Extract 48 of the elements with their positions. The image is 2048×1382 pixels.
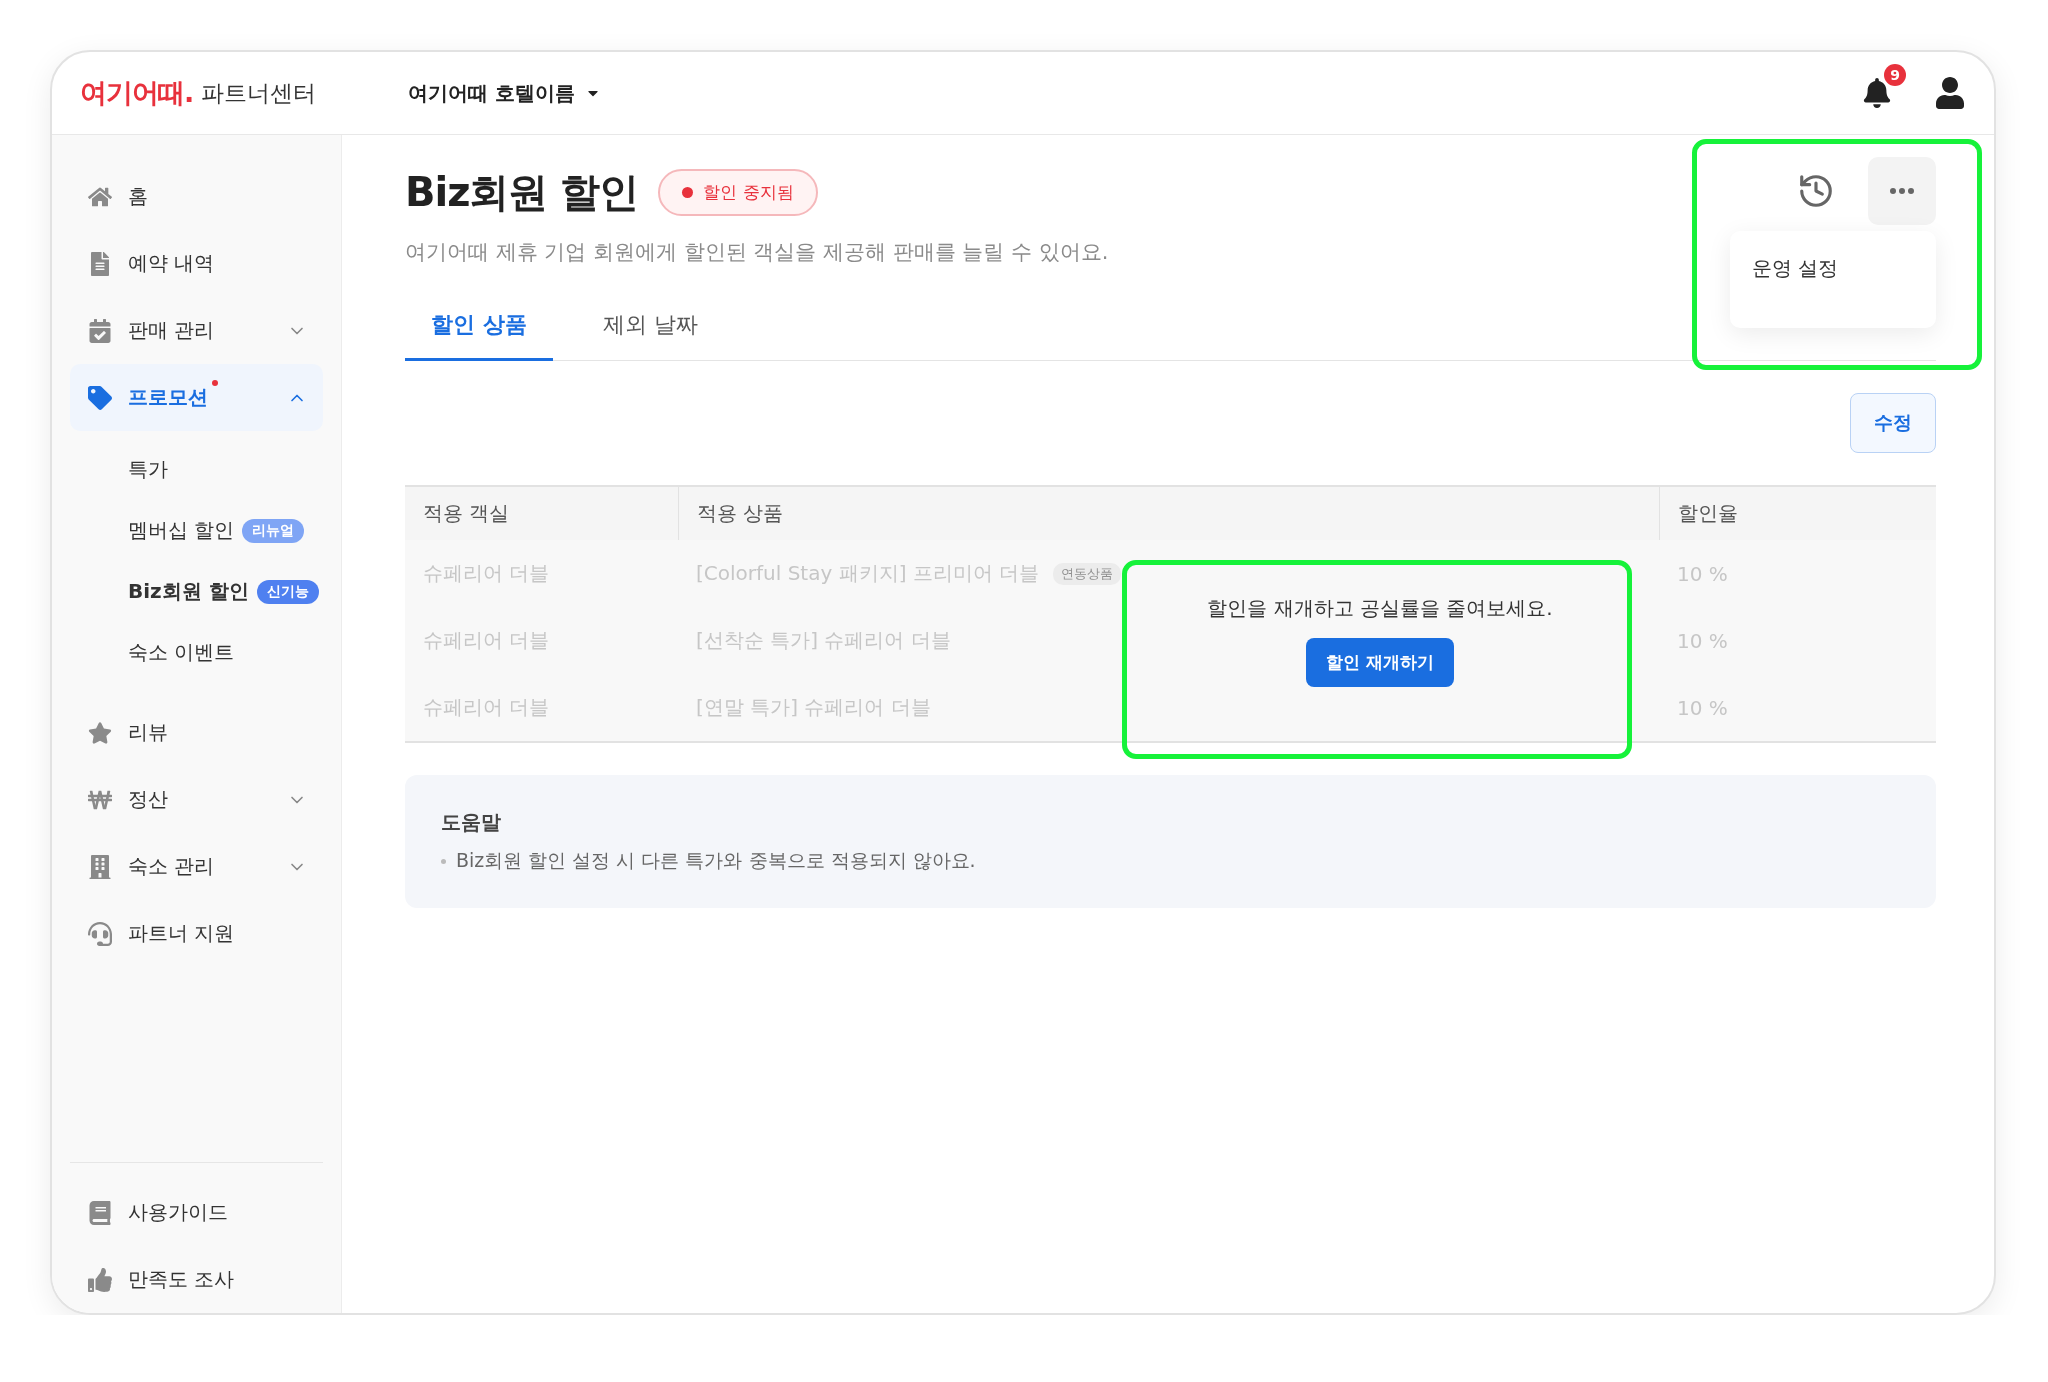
notification-count: 9 bbox=[1884, 64, 1906, 86]
linked-product-tag: 연동상품 bbox=[1053, 562, 1122, 585]
sidebar-item[interactable]: 정산 bbox=[70, 766, 323, 833]
feature-badge: 리뉴얼 bbox=[242, 518, 305, 543]
sidebar-subitem[interactable]: Biz회원 할인 bbox=[128, 578, 249, 605]
star-icon bbox=[88, 720, 112, 745]
page-title: Biz회원 할인 bbox=[405, 168, 639, 217]
building-icon bbox=[88, 854, 112, 879]
more-icon bbox=[1890, 188, 1914, 194]
status-badge: 할인 중지됨 bbox=[658, 169, 818, 216]
feature-badge: 신기능 bbox=[256, 579, 319, 604]
history-icon bbox=[1797, 172, 1835, 210]
calendar-icon bbox=[88, 318, 112, 343]
sidebar-subitem[interactable]: 특가 bbox=[128, 456, 168, 483]
menu-item[interactable]: 운영 설정 bbox=[1752, 255, 1914, 282]
sidebar-subitem[interactable]: 멤버십 할인 bbox=[128, 517, 235, 544]
sidebar-item[interactable]: 파트너 지원 bbox=[70, 900, 323, 967]
tab[interactable]: 제외 날짜 bbox=[576, 298, 724, 361]
tab[interactable]: 할인 상품 bbox=[405, 298, 553, 361]
headset-icon bbox=[88, 921, 112, 946]
sidebar-item[interactable]: 만족도 조사 bbox=[70, 1246, 323, 1313]
tag-icon bbox=[88, 385, 112, 410]
property-selector[interactable]: 여기어때 호텔이름 bbox=[404, 75, 606, 111]
bell-icon[interactable] bbox=[1862, 78, 1892, 108]
column-header: 할인율 bbox=[1678, 500, 1738, 527]
book-icon bbox=[88, 1200, 112, 1225]
thumbs-up-icon bbox=[88, 1267, 112, 1292]
document-icon bbox=[88, 251, 112, 276]
sidebar-item[interactable]: 판매 관리 bbox=[70, 297, 323, 364]
column-header: 적용 상품 bbox=[697, 500, 784, 527]
edit-button[interactable]: 수정 bbox=[1850, 393, 1936, 453]
help-title: 도움말 bbox=[441, 809, 502, 836]
bullet-icon bbox=[441, 858, 446, 864]
user-icon[interactable] bbox=[1934, 77, 1966, 109]
overlay-message: 할인을 재개하고 공실률을 줄여보세요. bbox=[1207, 594, 1553, 622]
sidebar-subitem[interactable]: 숙소 이벤트 bbox=[128, 639, 235, 666]
sidebar-item[interactable]: 숙소 관리 bbox=[70, 833, 323, 900]
sidebar-item[interactable]: 프로모션 bbox=[70, 364, 323, 431]
page-description: 여기어때 제휴 기업 회원에게 할인된 객실을 제공해 판매를 늘릴 수 있어요. bbox=[405, 239, 1110, 266]
column-header: 적용 객실 bbox=[423, 500, 510, 527]
sidebar-item[interactable]: 홈 bbox=[70, 163, 323, 230]
logo-subtitle: 파트너센터 bbox=[201, 78, 317, 108]
sidebar-item[interactable]: 사용가이드 bbox=[70, 1179, 323, 1246]
help-text: Biz회원 할인 설정 시 다른 특가와 중복으로 적용되지 않아요. bbox=[456, 848, 976, 873]
sidebar-item[interactable]: 예약 내역 bbox=[70, 230, 323, 297]
logo[interactable]: 여기어때. bbox=[80, 75, 194, 111]
more-button[interactable] bbox=[1868, 157, 1936, 225]
sidebar-item[interactable]: 리뷰 bbox=[70, 699, 323, 766]
